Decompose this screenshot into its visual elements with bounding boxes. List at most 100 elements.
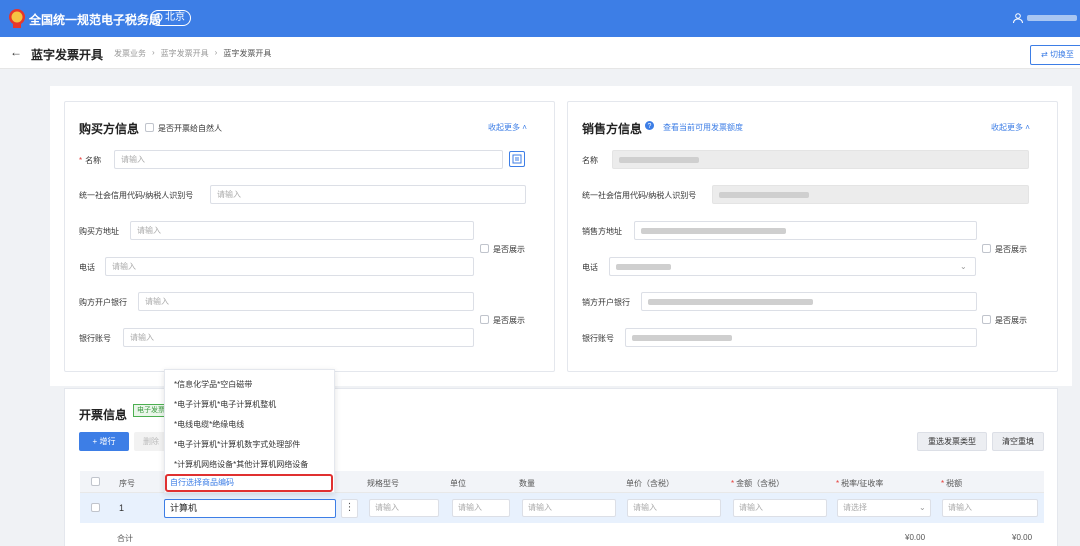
row-checkbox[interactable] [91,503,100,512]
invoice-title: 开票信息 [79,408,128,422]
breadcrumb-separator: › [152,48,155,57]
seller-bank-input[interactable] [641,292,977,311]
buyer-show-bank-checkbox[interactable] [480,315,489,324]
tax-rate-placeholder: 请选择 [843,503,867,512]
suggestion-item[interactable]: *计算机网络设备*其他计算机网络设备 [174,459,308,470]
switch-icon: ⇄ [1041,50,1048,59]
unit-price-input[interactable]: 请输入 [627,499,721,517]
row-index: 1 [119,503,125,513]
col-tax-rate: * 税率/征收率 [836,479,884,488]
col-index: 序号 [119,479,135,488]
location-pin-icon [154,13,163,23]
redacted-value [632,335,732,341]
redacted-value [648,299,813,305]
natural-person-checkbox[interactable] [145,123,154,132]
total-label: 合计 [117,534,133,543]
breadcrumb: 发票业务 › 蓝字发票开具 › 蓝字发票开具 [114,48,271,59]
amount-input[interactable]: 请输入 [733,499,827,517]
buyer-lookup-button[interactable] [509,151,525,167]
buyer-address-label: 购买方地址 [79,227,119,236]
region-selector[interactable]: 北京 [150,10,191,26]
col-tax: * 税额 [941,479,963,488]
seller-phone-label: 电话 [582,263,598,272]
custom-code-select-option[interactable]: 自行选择商品编码 [165,474,333,492]
col-quantity: 数量 [519,479,535,488]
seller-title: 销售方信息 [582,122,643,136]
seller-credit-code-label: 统一社会信用代码/纳税人识别号 [582,191,697,200]
buyer-credit-code-input[interactable]: 请输入 [210,185,526,204]
seller-show-bank-label: 是否展示 [995,316,1027,325]
buyer-credit-code-label: 统一社会信用代码/纳税人识别号 [79,191,194,200]
seller-show-bank-checkbox[interactable] [982,315,991,324]
seller-show-address-label: 是否展示 [995,245,1027,254]
tax-emblem-icon [9,9,25,28]
buyer-collapse-link[interactable]: 收起更多 ˄ [488,122,527,133]
suggestion-item[interactable]: *信息化学品*空白磁带 [174,379,252,390]
col-unit: 单位 [450,479,466,488]
total-tax: ¥0.00 [1012,533,1033,542]
back-arrow-icon[interactable]: ← [10,45,22,59]
user-name-redacted[interactable] [1027,15,1077,21]
tax-input[interactable]: 请输入 [942,499,1038,517]
seller-account-label: 银行账号 [582,334,614,343]
buyer-show-bank-label: 是否展示 [493,316,525,325]
item-name-input[interactable]: 计算机 [164,499,336,518]
page-header: ← 蓝字发票开具 发票业务 › 蓝字发票开具 › 蓝字发票开具 ⇄ 切换至 [0,37,1080,69]
buyer-account-input[interactable]: 请输入 [123,328,474,347]
delete-row-button[interactable]: 删除 [134,432,168,451]
seller-account-input[interactable] [625,328,977,347]
quota-link[interactable]: 查看当前可用发票额度 [663,122,743,133]
buyer-name-input[interactable]: 请输入 [114,150,503,169]
chevron-down-icon: ⌄ [960,262,967,271]
buyer-name-label: * 名称 [79,156,102,165]
add-row-button[interactable]: + 增行 [79,432,129,451]
breadcrumb-item[interactable]: 发票业务 [114,48,146,59]
total-amount: ¥0.00 [905,533,926,542]
page-title: 蓝字发票开具 [31,48,104,62]
spec-input[interactable]: 请输入 [369,499,439,517]
select-all-checkbox[interactable] [91,477,100,486]
more-options-icon[interactable]: ⋮ [341,499,358,518]
col-spec: 规格型号 [367,479,399,488]
switch-label: 切换至 [1049,50,1074,59]
buyer-bank-input[interactable]: 请输入 [138,292,474,311]
seller-name-label: 名称 [582,156,598,165]
seller-address-label: 销售方地址 [582,227,622,236]
suggestion-item[interactable]: *电子计算机*电子计算机整机 [174,399,276,410]
top-bar: 全国统一规范电子税务局 北京 [0,0,1080,37]
redacted-value [616,264,671,270]
help-icon[interactable]: ? [645,121,654,130]
natural-person-label: 是否开票给自然人 [158,124,222,133]
col-amount: * 金额（含税） [731,479,785,488]
quantity-input[interactable]: 请输入 [522,499,616,517]
seller-collapse-link[interactable]: 收起更多 ˄ [991,122,1030,133]
suggestion-item[interactable]: *电子计算机*计算机数字式处理部件 [174,439,300,450]
tax-rate-select[interactable]: 请选择 ⌄ [837,499,931,517]
document-list-icon [512,154,522,164]
seller-phone-select[interactable]: ⌄ [609,257,976,276]
seller-address-input[interactable] [634,221,977,240]
seller-credit-code-field [712,185,1029,204]
seller-bank-label: 销方开户银行 [582,298,630,307]
unit-input[interactable]: 请输入 [452,499,510,517]
redacted-value [641,228,786,234]
seller-show-address-checkbox[interactable] [982,244,991,253]
buyer-show-address-label: 是否展示 [493,245,525,254]
buyer-phone-input[interactable]: 请输入 [105,257,474,276]
breadcrumb-item[interactable]: 蓝字发票开具 [161,48,209,59]
buyer-title: 购买方信息 [79,122,140,136]
buyer-address-input[interactable]: 请输入 [130,221,474,240]
switch-button[interactable]: ⇄ 切换至 [1030,45,1080,65]
reselect-type-button[interactable]: 重选发票类型 [917,432,987,451]
clear-refill-button[interactable]: 清空重填 [992,432,1044,451]
breadcrumb-current: 蓝字发票开具 [223,49,272,58]
buyer-account-label: 银行账号 [79,334,111,343]
chevron-down-icon: ⌄ [919,503,926,512]
buyer-show-address-checkbox[interactable] [480,244,489,253]
buyer-bank-label: 购方开户银行 [79,298,127,307]
user-icon[interactable] [1012,12,1024,24]
suggestion-item[interactable]: *电线电缆*绝缘电线 [174,419,244,430]
seller-name-field [612,150,1029,169]
breadcrumb-separator: › [214,48,218,57]
col-unit-price: 单价（含税） [626,479,674,488]
